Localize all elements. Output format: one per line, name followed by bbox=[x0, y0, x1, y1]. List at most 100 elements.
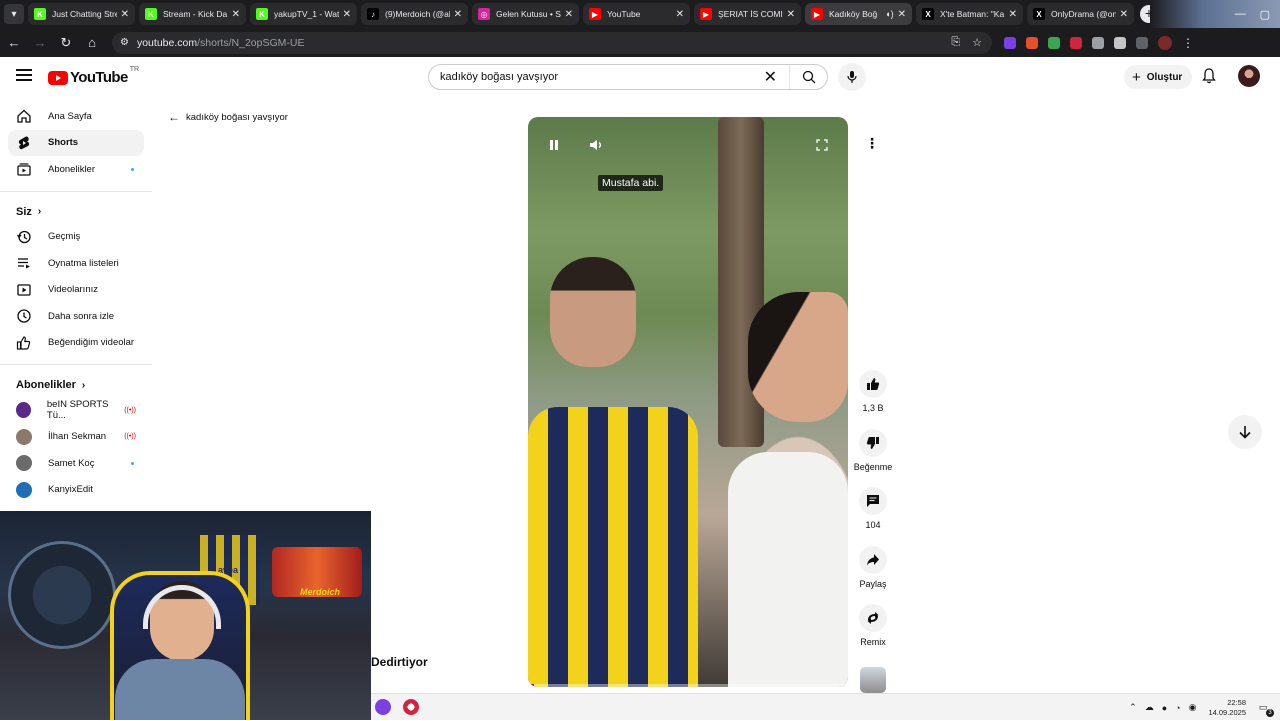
tab-close-icon[interactable]: ✕ bbox=[898, 9, 906, 20]
tab-close-icon[interactable]: ✕ bbox=[1120, 9, 1128, 20]
browser-profile-avatar[interactable] bbox=[1158, 36, 1172, 50]
sidebar-item[interactable]: Beğendiğim videolar bbox=[8, 330, 144, 357]
tab-close-icon[interactable]: ✕ bbox=[676, 9, 684, 20]
extension-icon[interactable] bbox=[1048, 37, 1060, 49]
sidebar-subscription[interactable]: İlhan Sekman((•)) bbox=[8, 424, 144, 451]
browser-tab[interactable]: XX'te Batman: "Ka✕ bbox=[916, 3, 1023, 25]
sidebar-item[interactable]: Geçmiş bbox=[8, 224, 144, 251]
taskbar-app-icon[interactable] bbox=[375, 699, 391, 715]
browser-tab[interactable]: ▶ŞERIAT İS COMIN✕ bbox=[694, 3, 801, 25]
shorts-video-player[interactable]: Mustafa abi. bbox=[528, 117, 848, 687]
tab-close-icon[interactable]: ✕ bbox=[343, 9, 351, 20]
tab-close-icon[interactable]: ✕ bbox=[565, 9, 573, 20]
sidebar-item[interactable]: Oynatma listeleri bbox=[8, 250, 144, 277]
channel-avatar bbox=[16, 482, 32, 498]
site-info-icon[interactable]: ⚙ bbox=[120, 37, 129, 48]
install-app-icon[interactable]: ⎘ bbox=[951, 36, 960, 49]
extensions-row: ⋮ bbox=[1004, 36, 1194, 50]
browser-tab[interactable]: KyakupTV_1 - Wat✕ bbox=[250, 3, 357, 25]
extension-icon[interactable] bbox=[1026, 37, 1038, 49]
sidebar-item[interactable]: Shorts bbox=[8, 130, 144, 157]
microphone-icon[interactable]: ● bbox=[1162, 703, 1167, 713]
reload-icon[interactable]: ↻ bbox=[54, 31, 78, 55]
webcam-streamer bbox=[115, 581, 245, 720]
sound-thumbnail[interactable] bbox=[860, 667, 886, 693]
taskbar-obs-icon[interactable] bbox=[403, 699, 419, 715]
tab-close-icon[interactable]: ✕ bbox=[454, 9, 462, 20]
browser-menu-icon[interactable]: ⋮ bbox=[1182, 36, 1194, 50]
tab-close-icon[interactable]: ✕ bbox=[1009, 9, 1017, 20]
like-button[interactable] bbox=[859, 370, 887, 398]
browser-tab[interactable]: XOnlyDrama (@on✕ bbox=[1027, 3, 1134, 25]
window-controls: — ▢ bbox=[1150, 0, 1280, 28]
your-videos-icon bbox=[16, 282, 32, 298]
subscriptions-section-header[interactable]: Abonelikler › bbox=[0, 373, 152, 397]
sidebar-subscription[interactable]: beIN SPORTS Tü...((•)) bbox=[8, 397, 144, 424]
notifications-bell-icon[interactable] bbox=[1202, 68, 1216, 89]
voice-search-button[interactable] bbox=[838, 63, 866, 91]
browser-tab[interactable]: ◎Gelen Kutusu • Sc✕ bbox=[472, 3, 579, 25]
browser-tab[interactable]: ▶YouTube✕ bbox=[583, 3, 690, 25]
clock[interactable]: 22:58 14.09.2025 bbox=[1208, 698, 1246, 718]
sidebar-item-label: Abonelikler bbox=[48, 164, 95, 175]
maximize-icon[interactable]: ▢ bbox=[1260, 8, 1270, 21]
browser-tab[interactable]: ♪(9)Merdoich (@al✕ bbox=[361, 3, 468, 25]
bookmark-star-icon[interactable]: ☆ bbox=[972, 36, 982, 49]
speaker-icon[interactable]: ◉ bbox=[1189, 702, 1197, 713]
dislike-button[interactable] bbox=[859, 429, 887, 457]
url-text: youtube.com/shorts/N_2opSGM-UE bbox=[137, 37, 305, 49]
search-button[interactable] bbox=[789, 65, 827, 89]
video-progress-bar[interactable] bbox=[528, 684, 848, 687]
sidebar-item[interactable]: Videolarınız bbox=[8, 277, 144, 304]
tab-close-icon[interactable]: ✕ bbox=[787, 9, 795, 20]
sidebar-subscription[interactable]: Samet Koç bbox=[8, 450, 144, 477]
extensions-puzzle-icon[interactable] bbox=[1114, 37, 1126, 49]
next-short-button[interactable] bbox=[1228, 415, 1262, 449]
pause-button[interactable] bbox=[544, 135, 564, 155]
sidebar: Ana SayfaShorts Abonelikler Siz › GeçmişO… bbox=[0, 103, 152, 503]
more-options-button[interactable]: ⋮ bbox=[860, 131, 884, 155]
sidebar-item[interactable]: Ana Sayfa bbox=[8, 103, 144, 130]
browser-tab[interactable]: KJust Chatting Stre✕ bbox=[28, 3, 135, 25]
volume-button[interactable] bbox=[586, 135, 606, 155]
minimize-icon[interactable]: — bbox=[1235, 8, 1246, 20]
youtube-logo[interactable]: YouTube TR bbox=[48, 69, 139, 86]
remix-button[interactable] bbox=[859, 604, 887, 632]
hamburger-menu-icon[interactable] bbox=[16, 69, 32, 84]
extension-icon[interactable] bbox=[1004, 37, 1016, 49]
reading-list-icon[interactable] bbox=[1136, 37, 1148, 49]
extension-icon[interactable] bbox=[1070, 37, 1082, 49]
search-icon bbox=[802, 70, 816, 84]
account-avatar[interactable] bbox=[1238, 65, 1260, 87]
tab-close-icon[interactable]: ✕ bbox=[232, 9, 240, 20]
forward-arrow-icon[interactable]: → bbox=[28, 31, 52, 55]
back-to-search[interactable]: ← kadıköy boğası yavşıyor bbox=[168, 110, 288, 124]
home-icon[interactable]: ⌂ bbox=[80, 31, 104, 55]
browser-tab[interactable]: ▶Kadıköy Boğ◖)✕ bbox=[805, 3, 912, 25]
history-icon bbox=[16, 229, 32, 245]
you-section-header[interactable]: Siz › bbox=[0, 200, 152, 224]
search-input[interactable]: kadıköy boğası yavşıyor bbox=[429, 71, 764, 83]
back-arrow-icon[interactable]: ← bbox=[2, 31, 26, 55]
extension-icon[interactable] bbox=[1092, 37, 1104, 49]
share-button[interactable] bbox=[859, 546, 887, 574]
notification-center-button[interactable]: ▭ 3 bbox=[1254, 699, 1272, 717]
kick-icon: K bbox=[256, 8, 268, 20]
fullscreen-button[interactable] bbox=[812, 135, 832, 155]
comments-button[interactable] bbox=[859, 487, 887, 515]
sidebar-item[interactable]: Daha sonra izle bbox=[8, 303, 144, 330]
wifi-icon[interactable]: ◔ bbox=[1175, 703, 1180, 713]
plus-icon: + bbox=[1132, 69, 1141, 86]
clear-search-icon[interactable]: ✕ bbox=[764, 67, 777, 87]
search-box: kadıköy boğası yavşıyor ✕ bbox=[428, 64, 828, 90]
sidebar-subscription[interactable]: KanyixEdit bbox=[8, 477, 144, 504]
tab-audio-icon[interactable]: ◖) bbox=[885, 9, 893, 19]
cloud-icon[interactable]: ☁ bbox=[1145, 702, 1154, 713]
address-bar[interactable]: ⚙ youtube.com/shorts/N_2opSGM-UE ⎘ ☆ bbox=[112, 32, 992, 54]
tab-close-icon[interactable]: ✕ bbox=[121, 9, 129, 20]
tab-search-button[interactable]: ▾ bbox=[4, 4, 24, 24]
sidebar-item[interactable]: Abonelikler bbox=[8, 156, 144, 183]
create-button[interactable]: + Oluştur bbox=[1124, 65, 1192, 89]
chevron-up-icon[interactable]: ⌃ bbox=[1129, 702, 1137, 713]
browser-tab[interactable]: KStream - Kick Da✕ bbox=[139, 3, 246, 25]
